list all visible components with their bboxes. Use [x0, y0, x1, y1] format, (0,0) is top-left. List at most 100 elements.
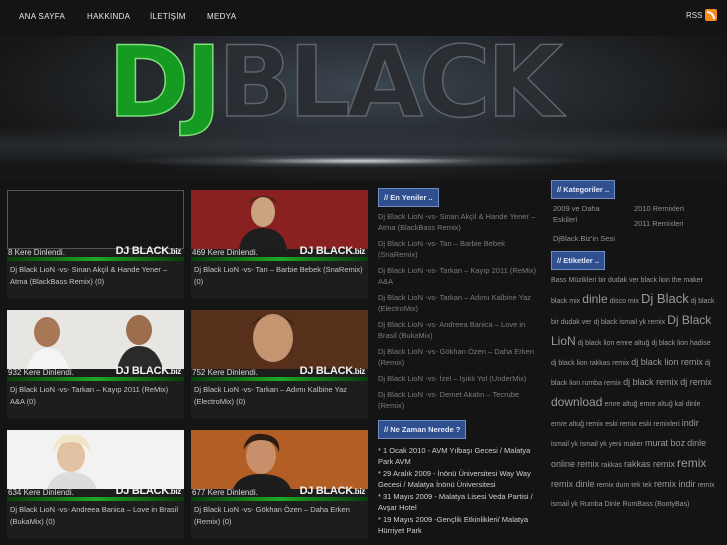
track-title[interactable]: Dj Black LioN -vs- Gökhan Özen – Daha Er…	[194, 504, 364, 528]
track-card[interactable]: 677 Kere Dinlendi. DJ BLACK.biz Dj Black…	[191, 430, 368, 539]
brand-name: DJ BLACK	[299, 245, 354, 257]
category-link[interactable]: 2010 Remixleri	[634, 203, 714, 214]
brand-watermark: DJ BLACK.biz	[115, 245, 182, 257]
tag-link[interactable]: Dj Black	[641, 291, 689, 306]
tag-link[interactable]: dinle	[582, 292, 607, 306]
tag-link[interactable]: eski remixleri	[639, 421, 680, 428]
track-card[interactable]: 469 Kere Dinlendi. DJ BLACK.biz Dj Black…	[191, 190, 368, 299]
tag-link[interactable]: rakkas remix	[624, 459, 675, 469]
track-title[interactable]: Dj Black LioN -vs- Tarkan – Adımı Kalbin…	[194, 384, 364, 408]
tag-link[interactable]: dj black lion hadise	[651, 340, 710, 347]
tag-link[interactable]: dj black remix	[623, 377, 678, 387]
tag-link[interactable]: disco mix	[610, 298, 639, 305]
nav-contact-link[interactable]: İLETİŞİM	[150, 12, 186, 21]
events-section: // Ne Zaman Nerede ? * 1 Ocak 2010 - AVM…	[378, 420, 542, 537]
brand-suffix: .biz	[352, 367, 365, 376]
tag-link[interactable]: download	[551, 395, 602, 409]
track-title[interactable]: Dj Black LioN -vs- Tan – Barbie Bebek (S…	[194, 264, 364, 288]
nav-media-link[interactable]: MEDYA	[207, 12, 236, 21]
brand-suffix: .biz	[352, 247, 365, 256]
latest-item[interactable]: Dj Black LioN -vs- Tarkan – Kayıp 2011 (…	[378, 265, 542, 287]
tag-link[interactable]: remix dinle	[551, 479, 595, 489]
latest-item[interactable]: Dj Black LioN -vs- Sinan Akçil & Hande Y…	[378, 211, 542, 233]
green-divider	[7, 257, 184, 261]
track-thumbnail[interactable]	[191, 430, 368, 489]
brand-watermark: DJ BLACK.biz	[299, 245, 366, 257]
brand-watermark: DJ BLACK.biz	[299, 365, 366, 377]
green-divider	[7, 497, 184, 501]
tag-link[interactable]: emre altuğ	[604, 401, 637, 408]
track-thumbnail[interactable]	[191, 310, 368, 369]
latest-item[interactable]: Dj Black LioN -vs- Andreea Banica – Love…	[378, 319, 542, 341]
category-link[interactable]: 2011 Remixleri	[634, 218, 714, 229]
latest-item[interactable]: Dj Black LioN -vs- Gökhan Özen – Daha Er…	[378, 346, 542, 368]
rss-link[interactable]: RSS	[686, 11, 702, 20]
tag-link[interactable]: ismail yk	[551, 441, 578, 448]
tag-link[interactable]: remix	[577, 459, 599, 469]
tag-link[interactable]: remix dum tek tek	[597, 482, 652, 489]
site-logo[interactable]: DJBLACK	[107, 36, 563, 133]
track-thumbnail[interactable]	[7, 190, 184, 249]
event-item: * 31 Mayıs 2009 - Malatya Lisesi Veda Pa…	[378, 492, 533, 512]
latest-item[interactable]: Dj Black LioN -vs- Tan – Barbie Bebek (S…	[378, 238, 542, 260]
tag-link[interactable]: emre altuğ kal	[640, 401, 684, 408]
latest-item[interactable]: Dj Black LioN -vs- İzel – Işıklı Yol (Un…	[378, 373, 542, 384]
brand-suffix: .biz	[168, 487, 181, 496]
tag-link[interactable]: dj black lion rakkas remix	[551, 360, 629, 367]
brand-name: DJ BLACK	[115, 245, 170, 257]
tag-link[interactable]: ismail yk yeni maker	[580, 441, 643, 448]
rss-icon[interactable]	[705, 9, 717, 21]
events-heading: // Ne Zaman Nerede ?	[378, 420, 467, 439]
brand-watermark: DJ BLACK.biz	[116, 365, 182, 377]
tag-link[interactable]: eski remix	[605, 421, 637, 428]
tag-link[interactable]: dj black ismail yk remix	[594, 319, 666, 326]
brand-suffix: .biz	[168, 247, 181, 256]
tag-link[interactable]: dj black lion emre altuğ	[578, 340, 650, 347]
listen-count: 677 Kere Dinlendi.	[192, 488, 258, 497]
tag-link[interactable]: Bass Müzikleri	[551, 277, 596, 284]
category-link[interactable]: 2009 ve Daha Eskileri	[553, 203, 623, 225]
track-card[interactable]: 752 Kere Dinlendi. DJ BLACK.biz Dj Black…	[191, 310, 368, 419]
track-title[interactable]: Dj Black LioN -vs- Andreea Banica – Love…	[10, 504, 180, 528]
track-title[interactable]: Dj Black LioN -vs- Sinan Akçil & Hande Y…	[10, 264, 180, 288]
singer-photo	[191, 310, 368, 369]
tag-link[interactable]: rakkas	[601, 462, 622, 469]
green-divider	[191, 377, 368, 381]
tag-link[interactable]: Rumba Dinle	[580, 501, 620, 508]
tag-link[interactable]: dj remix	[680, 377, 712, 387]
nav-about-link[interactable]: HAKKINDA	[87, 12, 130, 21]
tag-link[interactable]: remix indir	[654, 479, 696, 489]
track-card[interactable]: 932 Kere Dinlendi. DJ BLACK.biz Dj Black…	[7, 310, 184, 419]
brand-name: DJ BLACK	[299, 365, 354, 377]
brand-watermark: DJ BLACK.biz	[300, 485, 366, 497]
track-card[interactable]: 8 Kere Dinlendi. DJ BLACK.biz Dj Black L…	[7, 190, 184, 299]
tag-link[interactable]: indir	[682, 418, 699, 428]
track-card[interactable]: 634 Kere Dinlendi. DJ BLACK.biz Dj Black…	[7, 430, 184, 539]
track-title[interactable]: Dj Black LioN -vs- Tarkan – Kayıp 2011 (…	[10, 384, 180, 408]
categories-heading: // Kategoriler ..	[551, 180, 616, 199]
tag-link[interactable]: remix	[677, 456, 706, 470]
green-divider	[191, 257, 368, 261]
category-link[interactable]: DjBlack.Biz'in Sesi	[553, 233, 673, 244]
nav-home-link[interactable]: ANA SAYFA	[19, 12, 65, 21]
track-thumbnail[interactable]	[7, 430, 184, 489]
tag-cloud: Bass Müzikleri bir dudak ver black lion …	[551, 271, 717, 514]
latest-section: // En Yeniler .. Dj Black LioN -vs- Sina…	[378, 188, 542, 416]
event-item: * 1 Ocak 2010 - AVM Yılbaşı Gecesi / Mal…	[378, 446, 531, 466]
brand-suffix: .biz	[352, 487, 365, 496]
tag-link[interactable]: black mix	[551, 298, 580, 305]
tag-link[interactable]: bir dudak ver black lion the maker	[598, 277, 703, 284]
tag-link[interactable]: dj black lion remix	[631, 357, 703, 367]
top-nav: ANA SAYFA HAKKINDA İLETİŞİM MEDYA RSS	[0, 0, 727, 36]
listen-count: 634 Kere Dinlendi.	[8, 488, 74, 497]
track-thumbnail[interactable]	[7, 310, 184, 369]
latest-heading: // En Yeniler ..	[378, 188, 439, 207]
latest-item[interactable]: Dj Black LioN -vs- Tarkan – Adımı Kalbin…	[378, 292, 542, 314]
tag-link[interactable]: murat boz	[645, 438, 685, 448]
categories-section: // Kategoriler ..	[551, 180, 616, 199]
tag-link[interactable]: RumBass (BootyBas)	[623, 501, 690, 508]
track-thumbnail[interactable]	[191, 190, 368, 249]
event-item: * 19 Mayıs 2009 -Gençlik Etkinlikleri/ M…	[378, 515, 529, 535]
brand-watermark: DJ BLACK.biz	[116, 485, 182, 497]
latest-item[interactable]: Dj Black LioN -vs- Demet Akalın – Tecrub…	[378, 389, 542, 411]
